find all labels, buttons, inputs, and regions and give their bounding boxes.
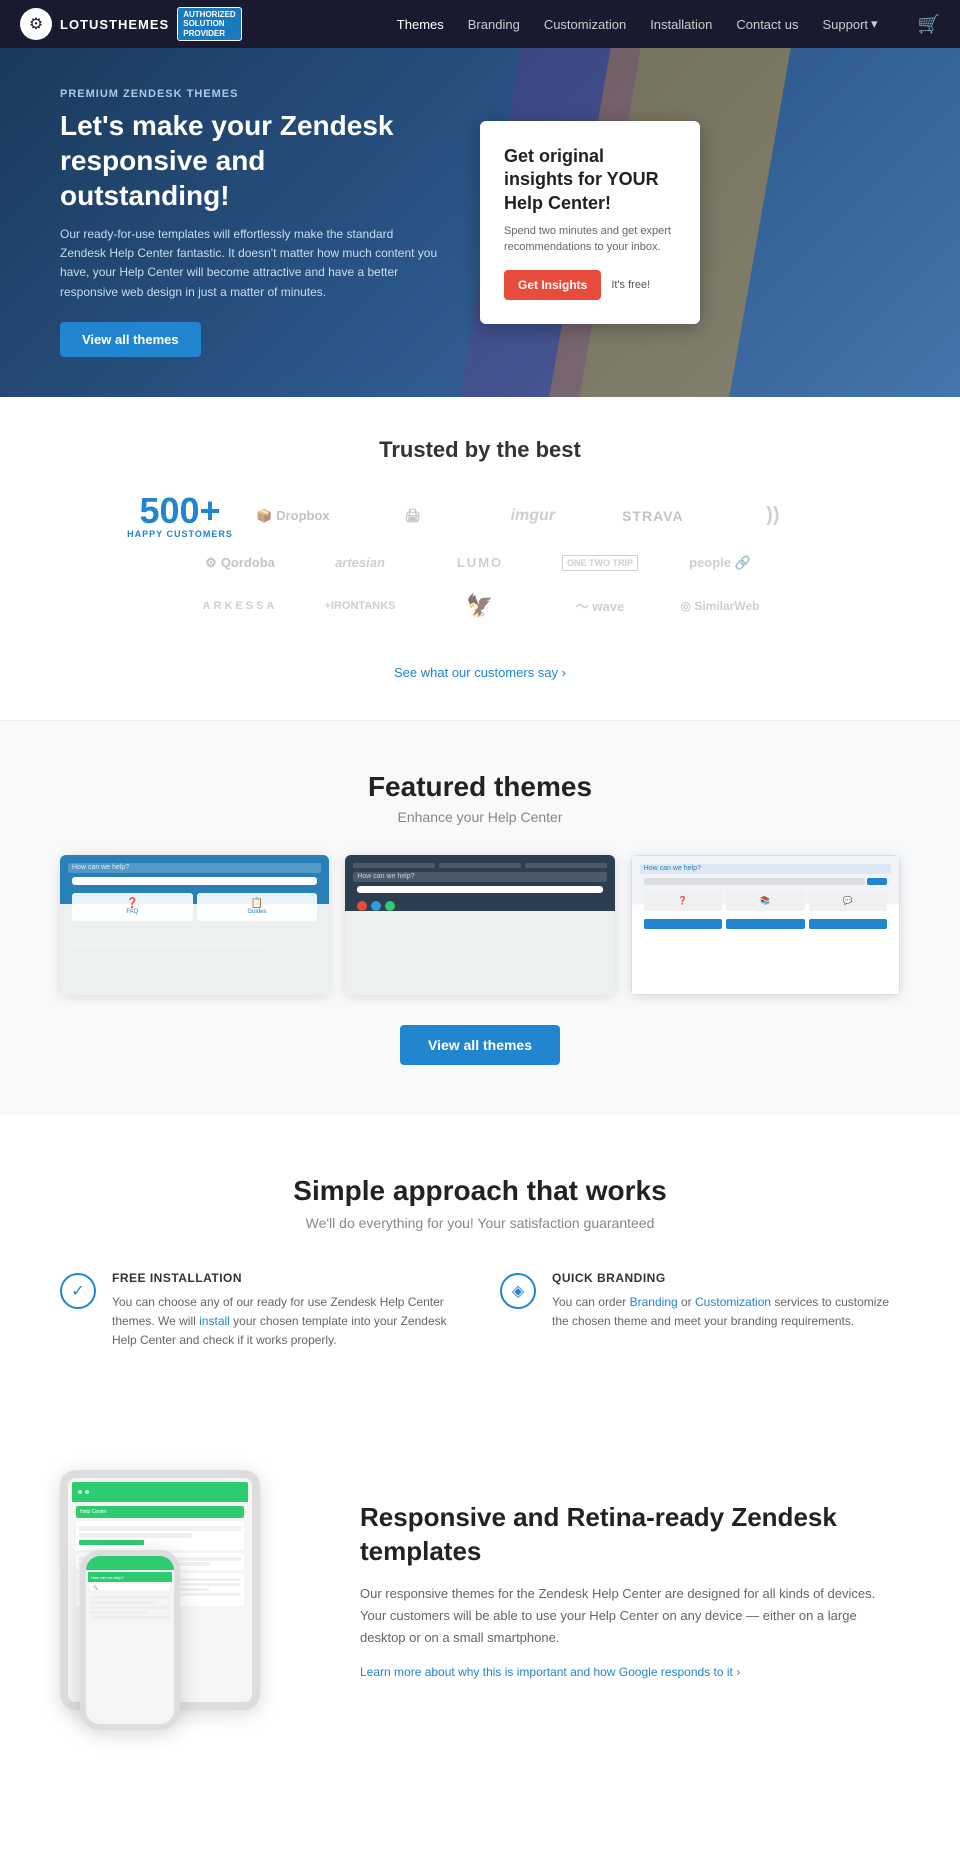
approach-grid: ✓ FREE INSTALLATION You can choose any o…: [60, 1271, 900, 1351]
approach-item-installation: ✓ FREE INSTALLATION You can choose any o…: [60, 1271, 460, 1351]
hero-tag: PREMIUM ZENDESK THEMES: [60, 88, 440, 100]
gear-icon: ⚙: [29, 14, 43, 34]
counter-number: 500+: [139, 493, 220, 529]
logo-arkessa: ARKESSA: [180, 594, 300, 618]
install-link[interactable]: install: [199, 1314, 230, 1328]
hero-section: PREMIUM ZENDESK THEMES Let's make your Z…: [0, 48, 960, 397]
hero-title: Let's make your Zendesk responsive and o…: [60, 108, 440, 213]
cart-icon[interactable]: 🛒: [918, 14, 940, 35]
print-logo-icon: 🖨: [405, 508, 422, 524]
nav-customization[interactable]: Customization: [544, 17, 626, 32]
featured-title: Featured themes: [60, 771, 900, 803]
logo-people: people 🔗: [660, 549, 780, 577]
view-themes-button[interactable]: View all themes: [60, 322, 201, 357]
navigation: ⚙ LOTUSTHEMES AUTHORIZED SOLUTION PROVID…: [0, 0, 960, 48]
theme-preview-blue: How can we help? ❓ FAQ 📋 Guides: [60, 855, 329, 995]
nav-themes[interactable]: Themes: [397, 17, 444, 32]
responsive-section: Help Center: [0, 1410, 960, 1770]
hero-card-actions: Get Insights It's free!: [504, 270, 676, 300]
hero-description: Our ready-for-use templates will effortl…: [60, 225, 440, 302]
installation-content: FREE INSTALLATION You can choose any of …: [112, 1271, 460, 1351]
hero-card-description: Spend two minutes and get expert recomme…: [504, 223, 676, 256]
logos-row-3: ARKESSA +IRONTANKS 🦅 〜 wave ◎ SimilarWeb: [60, 587, 900, 625]
hero-content: PREMIUM ZENDESK THEMES Let's make your Z…: [60, 88, 440, 357]
logo-qordoba: ⚙ Qordoba: [180, 549, 300, 577]
themes-grid: How can we help? ❓ FAQ 📋 Guides: [60, 855, 900, 995]
approach-subtitle: We'll do everything for you! Your satisf…: [60, 1215, 900, 1231]
branding-link[interactable]: Branding: [630, 1295, 678, 1309]
responsive-description: Our responsive themes for the Zendesk He…: [360, 1583, 900, 1649]
logo-similarweb: ◎ SimilarWeb: [660, 593, 780, 619]
hero-card-title: Get original insights for YOUR Help Cent…: [504, 145, 676, 215]
get-insights-button[interactable]: Get Insights: [504, 270, 601, 300]
theme-card-dark[interactable]: How can we help?: [345, 855, 614, 995]
authorized-badge: AUTHORIZED SOLUTION PROVIDER: [177, 7, 241, 42]
approach-title: Simple approach that works: [60, 1175, 900, 1207]
installation-desc: You can choose any of our ready for use …: [112, 1293, 460, 1351]
responsive-link[interactable]: Learn more about why this is important a…: [360, 1665, 740, 1679]
theme-card-light[interactable]: How can we help? ❓ 📚 �: [631, 855, 900, 995]
logo-dropbox: 📦 Dropbox: [233, 502, 353, 530]
featured-subtitle: Enhance your Help Center: [60, 809, 900, 825]
approach-item-branding: ◈ QUICK BRANDING You can order Branding …: [500, 1271, 900, 1351]
chevron-down-icon: ▾: [871, 16, 878, 32]
device-mockup: Help Center: [60, 1470, 300, 1710]
trusted-section: Trusted by the best 500+ HAPPY CUSTOMERS…: [0, 397, 960, 721]
theme-preview-dark: How can we help?: [345, 855, 614, 995]
featured-section: Featured themes Enhance your Help Center…: [0, 721, 960, 1115]
responsive-title: Responsive and Retina-ready Zendesk temp…: [360, 1501, 900, 1569]
customer-counter: 500+ HAPPY CUSTOMERS: [127, 493, 233, 539]
nav-links: Themes Branding Customization Installati…: [397, 14, 940, 35]
responsive-content: Responsive and Retina-ready Zendesk temp…: [360, 1501, 900, 1679]
installation-title: FREE INSTALLATION: [112, 1271, 460, 1285]
logo-strava: STRAVA: [593, 502, 713, 530]
logo-phoenix: 🦅: [420, 587, 540, 625]
branding-title: QUICK BRANDING: [552, 1271, 900, 1285]
logo-print: 🖨: [353, 502, 473, 530]
nav-branding[interactable]: Branding: [468, 17, 520, 32]
trusted-title: Trusted by the best: [60, 437, 900, 463]
branding-desc: You can order Branding or Customization …: [552, 1293, 900, 1331]
theme-preview-light: How can we help? ❓ 📚 �: [631, 855, 900, 995]
customers-link[interactable]: See what our customers say ›: [394, 665, 566, 680]
phone-screen: How can we help? 🔍: [86, 1556, 174, 1724]
counter-label: HAPPY CUSTOMERS: [127, 529, 233, 539]
nav-support[interactable]: Support ▾: [823, 16, 878, 32]
logo[interactable]: ⚙ LOTUSTHEMES AUTHORIZED SOLUTION PROVID…: [20, 7, 397, 42]
nav-installation[interactable]: Installation: [650, 17, 712, 32]
approach-section: Simple approach that works We'll do ever…: [0, 1115, 960, 1411]
logos-row-1: 500+ HAPPY CUSTOMERS 📦 Dropbox 🖨 imgur S…: [60, 493, 900, 539]
logo-onetrip: ONE TWO TRIP: [540, 549, 660, 577]
tablet-header: [72, 1482, 248, 1502]
logo-xing: )): [713, 498, 833, 533]
theme-card-blue[interactable]: How can we help? ❓ FAQ 📋 Guides: [60, 855, 329, 995]
installation-icon: ✓: [60, 1273, 96, 1309]
logo-text: LOTUSTHEMES: [60, 17, 169, 32]
dropbox-logo-icon: 📦: [256, 508, 272, 524]
view-all-themes-button[interactable]: View all themes: [400, 1025, 560, 1065]
logo-icon: ⚙: [20, 8, 52, 40]
nav-contact[interactable]: Contact us: [736, 17, 798, 32]
logo-imgur: imgur: [473, 501, 593, 531]
logo-wave: 〜 wave: [540, 590, 660, 621]
hero-insights-card: Get original insights for YOUR Help Cent…: [480, 121, 700, 324]
phone-frame: How can we help? 🔍: [80, 1550, 180, 1730]
qordoba-icon: ⚙: [205, 555, 217, 571]
branding-icon: ◈: [500, 1273, 536, 1309]
hero-card-free-text: It's free!: [611, 279, 650, 291]
branding-content: QUICK BRANDING You can order Branding or…: [552, 1271, 900, 1351]
logo-irontanks: +IRONTANKS: [300, 594, 420, 618]
logos-row-2: ⚙ Qordoba artesian LUMO ONE TWO TRIP peo…: [60, 549, 900, 577]
customization-link[interactable]: Customization: [695, 1295, 771, 1309]
logo-artesian: artesian: [300, 549, 420, 576]
logo-lumo: LUMO: [420, 549, 540, 576]
